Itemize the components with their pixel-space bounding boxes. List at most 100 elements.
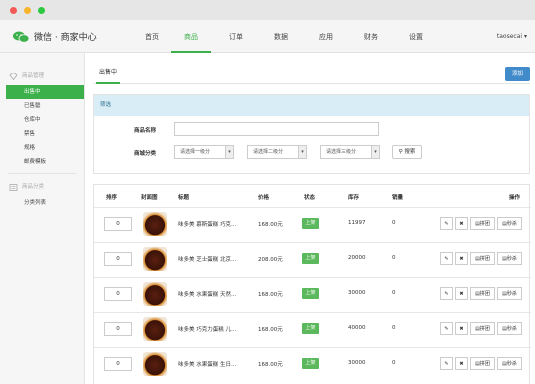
seckill-button[interactable]: ▤秒杀 [497,252,522,265]
status-badge: 上架 [302,288,319,299]
group-buy-button[interactable]: ▤拼团 [470,252,495,265]
nav-settings[interactable]: 设置 [396,20,436,53]
product-price: 168.00元 [258,327,283,333]
seckill-button[interactable]: ▤秒杀 [497,357,522,370]
delete-button[interactable]: ✖ [455,287,468,300]
status-badge: 上架 [302,358,319,369]
table-row: 0 味多美 慕斯蛋糕 巧克… 168.00元 上架 11997 0 ✎ ✖ ▤拼团 ▤秒杀 [94,207,531,239]
product-title[interactable]: 味多美 水果蛋糕 生日… [178,360,237,368]
sort-input[interactable]: 0 [104,217,132,231]
edit-button[interactable]: ✎ [440,357,453,370]
product-title[interactable]: 味多美 慕斯蛋糕 巧克… [178,220,237,228]
col-price: 价格 [258,195,270,201]
app-logo[interactable]: 微信 · 商家中心 [12,30,97,43]
search-button[interactable]: ⚲ 搜索 [392,145,422,159]
group-buy-button[interactable]: ▤拼团 [470,322,495,335]
filter-title: 筛选 [94,95,529,116]
sidebar-item-sold-out[interactable]: 已售罄 [0,99,84,113]
product-thumbnail[interactable] [143,317,167,341]
table-row: 0 味多美 巧克力蛋糕 儿… 168.00元 上架 40000 0 ✎ ✖ ▤拼团 ▤秒杀 [94,312,531,344]
product-stock: 30000 [348,360,366,366]
product-price: 168.00元 [258,292,283,298]
product-stock: 30000 [348,290,366,296]
delete-button[interactable]: ✖ [455,357,468,370]
product-thumbnail[interactable] [143,352,167,376]
sidebar-item-warehouse[interactable]: 仓库中 [0,113,84,127]
col-status: 状态 [304,195,316,201]
delete-button[interactable]: ✖ [455,322,468,335]
sidebar-item-category-list[interactable]: 分类列表 [0,196,84,210]
delete-button[interactable]: ✖ [455,252,468,265]
edit-button[interactable]: ✎ [440,287,453,300]
close-icon: ✖ [459,256,464,262]
product-sales: 0 [392,290,396,296]
product-name-input[interactable] [174,122,379,136]
nav-apps[interactable]: 应用 [306,20,346,53]
sidebar-item-banned[interactable]: 禁售 [0,127,84,141]
add-product-button[interactable]: 添加 [505,67,530,81]
diamond-icon [9,72,18,80]
product-title[interactable]: 味多美 水果蛋糕 天然… [178,290,237,298]
delete-button[interactable]: ✖ [455,217,468,230]
tab-bar: 出售中 添加 [93,58,530,84]
nav-products[interactable]: 商品 [171,20,211,53]
status-badge: 上架 [302,253,319,264]
close-window-dot[interactable] [10,7,17,14]
product-stock: 11997 [348,220,366,226]
group-buy-button[interactable]: ▤拼团 [470,357,495,370]
product-thumbnail[interactable] [143,247,167,271]
seckill-button[interactable]: ▤秒杀 [497,287,522,300]
product-title[interactable]: 味多美 芝士蛋糕 北京… [178,255,237,263]
sort-input[interactable]: 0 [104,322,132,336]
edit-icon: ✎ [444,221,449,227]
category-select-level2[interactable]: 请选择二级分 ▾ [247,145,307,159]
sidebar-group-categories: 商品分类 [0,178,84,196]
product-price: 168.00元 [258,362,283,368]
edit-button[interactable]: ✎ [440,322,453,335]
chevron-down-icon: ▾ [298,146,306,158]
app-title: 微信 · 商家中心 [34,33,97,43]
product-price: 208.00元 [258,257,283,263]
close-icon: ✖ [459,326,464,332]
category-select-level1[interactable]: 请选择一级分 ▾ [174,145,234,159]
group-buy-button[interactable]: ▤拼团 [470,217,495,230]
edit-button[interactable]: ✎ [440,217,453,230]
table-row: 0 味多美 芝士蛋糕 北京… 208.00元 上架 20000 0 ✎ ✖ ▤拼团 ▤秒杀 [94,242,531,274]
product-thumbnail[interactable] [143,212,167,236]
status-badge: 上架 [302,218,319,229]
edit-icon: ✎ [444,361,449,367]
top-navigation: 微信 · 商家中心 首页 商品 订单 数据 应用 财务 设置 taosecai … [0,20,535,53]
category-select-level3[interactable]: 请选择三级分 ▾ [320,145,380,159]
product-title[interactable]: 味多美 巧克力蛋糕 儿… [178,325,237,333]
sidebar-item-specs[interactable]: 规格 [0,141,84,155]
edit-icon: ✎ [444,326,449,332]
product-thumbnail[interactable] [143,282,167,306]
col-cover: 封面图 [141,195,158,201]
col-title: 标题 [178,195,190,201]
close-icon: ✖ [459,361,464,367]
sort-input[interactable]: 0 [104,287,132,301]
group-buy-button[interactable]: ▤拼团 [470,287,495,300]
sidebar-divider [8,173,76,174]
seckill-button[interactable]: ▤秒杀 [497,322,522,335]
product-stock: 40000 [348,325,366,331]
window-titlebar [0,0,535,20]
sidebar-item-shipping-template[interactable]: 邮费模板 [0,155,84,169]
nav-finance[interactable]: 财务 [351,20,391,53]
tab-on-sale[interactable]: 出售中 [96,67,121,84]
nav-home[interactable]: 首页 [132,20,172,53]
table-row: 0 味多美 水果蛋糕 生日… 168.00元 上架 30000 0 ✎ ✖ ▤拼团 ▤秒杀 [94,347,531,379]
sort-input[interactable]: 0 [104,357,132,371]
sidebar-item-on-sale[interactable]: 出售中 [6,85,84,99]
product-sales: 0 [392,325,396,331]
nav-orders[interactable]: 订单 [216,20,256,53]
seckill-button[interactable]: ▤秒杀 [497,217,522,230]
minimize-window-dot[interactable] [24,7,31,14]
nav-data[interactable]: 数据 [261,20,301,53]
maximize-window-dot[interactable] [38,7,45,14]
sort-input[interactable]: 0 [104,252,132,266]
close-icon: ✖ [459,291,464,297]
edit-button[interactable]: ✎ [440,252,453,265]
user-menu[interactable]: taosecai ▾ [497,33,527,40]
col-ops: 操作 [509,195,521,201]
